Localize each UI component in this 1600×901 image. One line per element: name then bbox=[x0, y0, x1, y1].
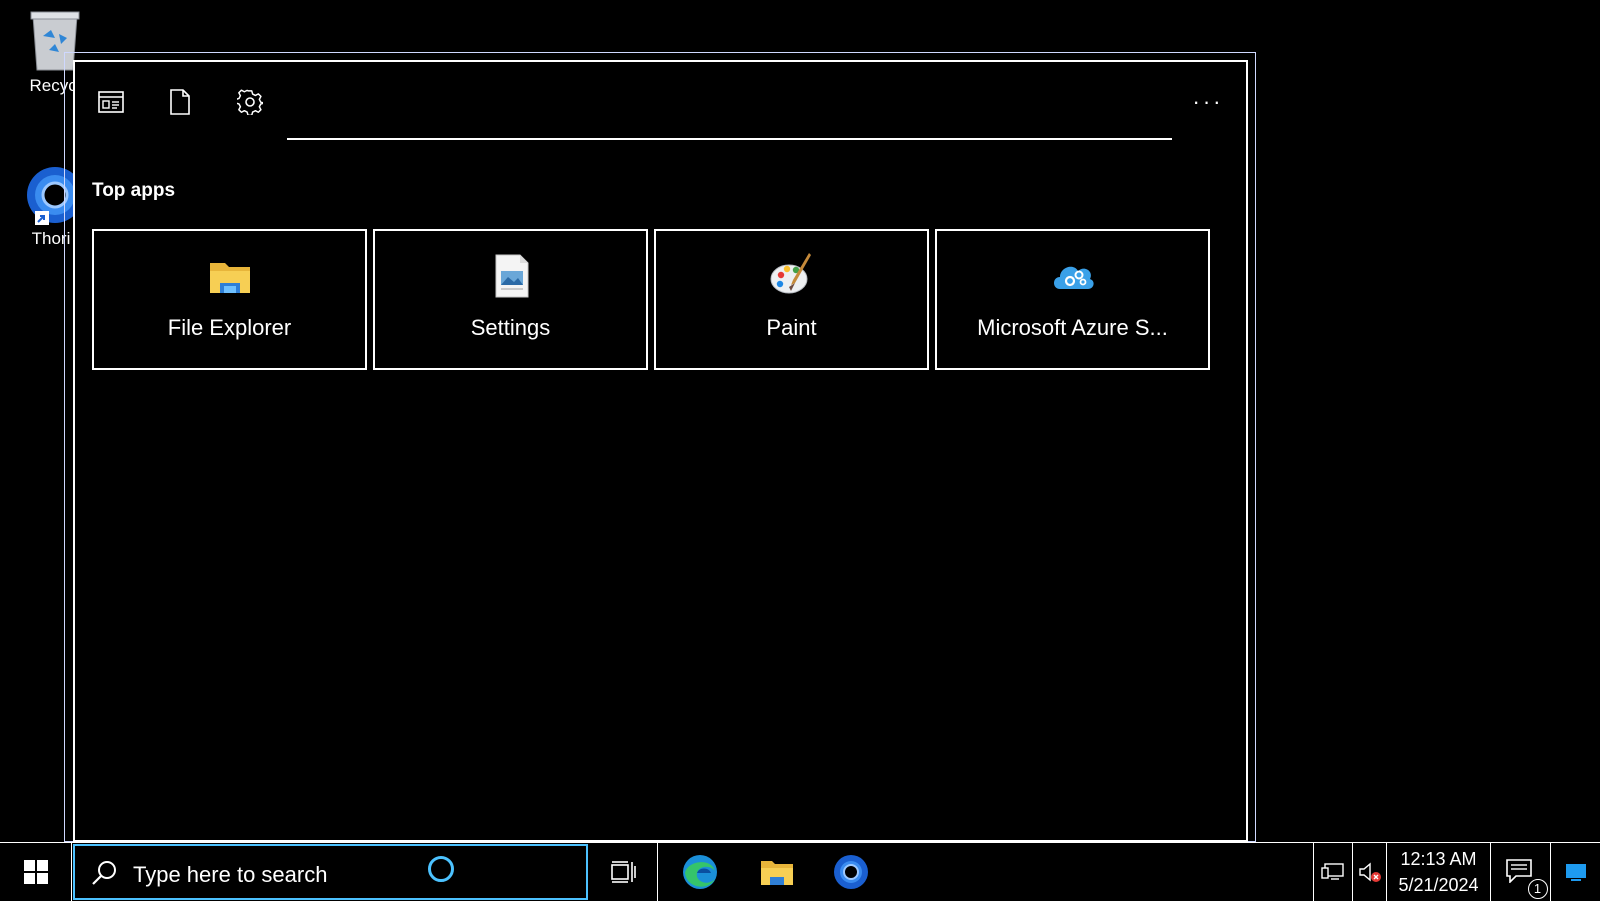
settings-doc-icon bbox=[488, 253, 534, 299]
taskbar: Type here to search 12:13 AM 5/21/2024 1 bbox=[0, 842, 1600, 901]
notification-icon bbox=[1505, 859, 1532, 883]
apps-tab-icon bbox=[98, 91, 124, 113]
edge-icon bbox=[683, 855, 717, 889]
task-view-icon bbox=[610, 861, 636, 883]
volume-tray-button[interactable] bbox=[1353, 843, 1387, 901]
documents-tab-icon bbox=[170, 89, 190, 115]
task-view-button[interactable] bbox=[590, 843, 658, 901]
clock-date: 5/21/2024 bbox=[1398, 875, 1479, 895]
clock-time: 12:13 AM bbox=[1400, 849, 1477, 869]
tab-settings[interactable] bbox=[230, 82, 270, 122]
network-icon bbox=[1321, 863, 1344, 880]
taskbar-pin-edge[interactable] bbox=[665, 843, 735, 901]
ellipsis-icon: ··· bbox=[1192, 89, 1224, 114]
tile-label: Settings bbox=[470, 315, 551, 340]
tile-label: Paint bbox=[766, 315, 817, 340]
tab-apps[interactable] bbox=[91, 82, 131, 122]
top-app-tile-azure-storage-explorer[interactable]: Microsoft Azure S... bbox=[935, 229, 1210, 370]
tile-label: File Explorer bbox=[167, 315, 292, 340]
search-icon bbox=[92, 861, 116, 885]
desktop-preview-icon bbox=[1565, 864, 1586, 881]
notification-count-badge: 1 bbox=[1527, 879, 1548, 899]
cortana-icon[interactable] bbox=[428, 856, 454, 882]
top-app-tile-file-explorer[interactable]: File Explorer bbox=[92, 229, 367, 370]
folder-icon bbox=[207, 253, 253, 299]
tile-label: Microsoft Azure S... bbox=[977, 315, 1168, 340]
settings-gear-icon bbox=[237, 89, 263, 115]
taskbar-clock[interactable]: 12:13 AM 5/21/2024 bbox=[1387, 843, 1491, 901]
taskbar-search-box[interactable]: Type here to search bbox=[73, 844, 588, 900]
azure-cloud-icon bbox=[1050, 253, 1096, 299]
taskbar-pin-thorium[interactable] bbox=[816, 843, 886, 901]
show-desktop-button[interactable] bbox=[1551, 843, 1600, 901]
section-title-top-apps: Top apps bbox=[92, 180, 176, 201]
volume-muted-icon bbox=[1358, 862, 1381, 882]
network-tray-button[interactable] bbox=[1313, 843, 1353, 901]
notification-center-button[interactable]: 1 bbox=[1491, 843, 1551, 901]
tabs-divider bbox=[287, 138, 1172, 140]
thorium-icon bbox=[834, 855, 868, 889]
taskbar-pin-file-explorer[interactable] bbox=[742, 843, 812, 901]
windows-logo-icon bbox=[23, 860, 48, 884]
more-options-button[interactable]: ··· bbox=[1186, 80, 1230, 124]
tab-documents[interactable] bbox=[160, 82, 200, 122]
search-placeholder: Type here to search bbox=[133, 862, 328, 887]
top-app-tile-settings[interactable]: Settings bbox=[373, 229, 648, 370]
start-button[interactable] bbox=[0, 843, 72, 901]
file-explorer-icon bbox=[761, 861, 793, 885]
search-panel: ··· Top apps File Explorer Settings Pain… bbox=[73, 60, 1248, 842]
paint-palette-icon bbox=[769, 253, 815, 299]
top-app-tile-paint[interactable]: Paint bbox=[654, 229, 929, 370]
panel-tabs: ··· bbox=[75, 62, 1246, 138]
